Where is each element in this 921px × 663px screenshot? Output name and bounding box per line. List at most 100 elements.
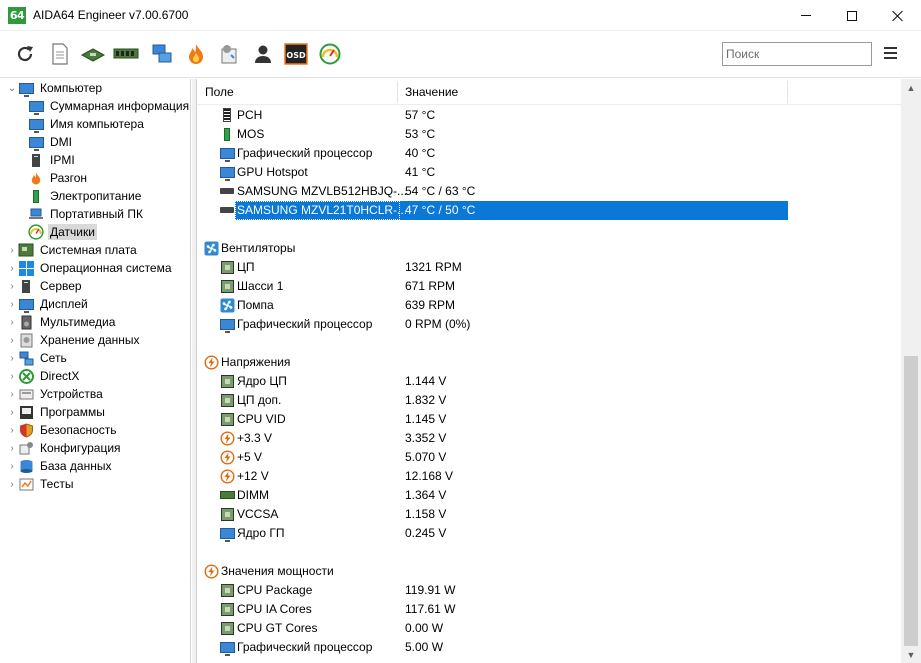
navigation-tree[interactable]: ⌄ Компьютер Суммарная информация Имя компью… xyxy=(0,79,191,663)
tree-item[interactable]: Имя компьютера xyxy=(28,115,146,133)
sensor-row[interactable]: +3.3 V 3.352 V xyxy=(197,429,901,448)
sensor-row[interactable]: Ядро ЦП 1.144 V xyxy=(197,372,901,391)
expand-icon[interactable]: › xyxy=(6,385,18,403)
expand-icon[interactable]: › xyxy=(6,475,18,493)
tree-item[interactable]: IPMI xyxy=(28,151,77,169)
user-button[interactable] xyxy=(250,41,276,67)
tree-item[interactable]: Портативный ПК xyxy=(28,205,145,223)
sensor-row[interactable]: +12 V 12.168 V xyxy=(197,467,901,486)
tree-item[interactable]: › Устройства xyxy=(6,385,105,403)
tree-item[interactable]: › Сервер xyxy=(6,277,84,295)
osd-button[interactable]: OSD xyxy=(283,41,309,67)
tree-item[interactable]: › Сеть xyxy=(6,349,69,367)
expand-icon[interactable]: › xyxy=(6,241,18,259)
tree-item[interactable]: › Дисплей xyxy=(6,295,90,313)
tree-item[interactable]: Электропитание xyxy=(28,187,143,205)
refresh-icon xyxy=(17,46,33,62)
tree-item[interactable]: › Системная плата xyxy=(6,241,139,259)
sensor-row[interactable]: MOS 53 °C xyxy=(197,125,901,144)
motherboard-button[interactable] xyxy=(80,41,106,67)
sensor-row[interactable]: ЦП 1321 RPM xyxy=(197,258,901,277)
minimize-button[interactable] xyxy=(783,0,829,31)
network-button[interactable] xyxy=(149,41,175,67)
tree-item[interactable]: › Безопасность xyxy=(6,421,119,439)
sensor-icon xyxy=(219,183,235,199)
scroll-down-icon[interactable]: ▼ xyxy=(901,646,921,663)
tree-item[interactable]: › База данных xyxy=(6,457,113,475)
sensor-list[interactable]: Поле Значение PCH 57 °C MOS 53 °C Графически… xyxy=(196,79,901,663)
expand-icon[interactable]: › xyxy=(6,259,18,277)
close-button[interactable] xyxy=(875,0,921,31)
sensor-row[interactable]: ЦП доп. 1.832 V xyxy=(197,391,901,410)
sensor-icon xyxy=(219,506,235,522)
shield-icon xyxy=(19,422,33,438)
overclock-button[interactable] xyxy=(183,41,209,67)
sensor-row[interactable]: CPU VID 1.145 V xyxy=(197,410,901,429)
sensor-row[interactable]: GPU Hotspot 41 °C xyxy=(197,163,901,182)
vertical-scrollbar[interactable]: ▲ ▼ xyxy=(901,79,921,663)
expand-icon[interactable]: › xyxy=(6,367,18,385)
gauge-button[interactable] xyxy=(317,41,343,67)
sensor-row[interactable]: SAMSUNG MZVLB512HBJQ-... 54 °C / 63 °C xyxy=(197,182,901,201)
tests-icon xyxy=(19,478,33,490)
tree-item[interactable]: Суммарная информация xyxy=(28,97,190,115)
scroll-thumb[interactable] xyxy=(904,356,918,646)
sensor-row[interactable]: CPU IA Cores 117.61 W xyxy=(197,600,901,619)
collapse-icon[interactable]: ⌄ xyxy=(6,79,18,97)
expand-icon[interactable]: › xyxy=(6,349,18,367)
tree-item[interactable]: › Мультимедиа xyxy=(6,313,117,331)
tree-item[interactable]: ⌄ Компьютер xyxy=(6,79,104,97)
group-header[interactable]: Вентиляторы xyxy=(197,239,901,258)
expand-icon[interactable]: › xyxy=(6,457,18,475)
expand-icon[interactable]: › xyxy=(6,277,18,295)
group-header[interactable]: Напряжения xyxy=(197,353,901,372)
sensor-row[interactable]: VCCSA 1.158 V xyxy=(197,505,901,524)
monitor-icon xyxy=(219,641,235,656)
sensor-row[interactable]: Графический процессор 40 °C xyxy=(197,144,901,163)
expand-icon[interactable]: › xyxy=(6,331,18,349)
sensor-row[interactable]: PCH 57 °C xyxy=(197,106,901,125)
sensor-row[interactable]: SAMSUNG MZVL21T0HCLR-... 47 °C / 50 °C xyxy=(197,201,901,220)
sensor-value: 54 °C / 63 °C xyxy=(405,184,476,198)
tools-button[interactable] xyxy=(217,41,243,67)
sensor-row[interactable]: Шасси 1 671 RPM xyxy=(197,277,901,296)
sensor-row[interactable]: Ядро ГП 0.245 V xyxy=(197,524,901,543)
motherboard-icon xyxy=(18,243,34,257)
expand-icon[interactable]: › xyxy=(6,295,18,313)
tree-item-label: Хранение данных xyxy=(40,333,140,347)
minimize-icon xyxy=(801,15,811,16)
group-header[interactable]: Значения мощности xyxy=(197,562,901,581)
refresh-button[interactable] xyxy=(12,41,38,67)
sensor-row[interactable]: CPU GT Cores 0.00 W xyxy=(197,619,901,638)
tree-item[interactable]: › Тесты xyxy=(6,475,75,493)
search-input[interactable] xyxy=(722,42,872,66)
expand-icon[interactable]: › xyxy=(6,313,18,331)
column-header-value[interactable]: Значение xyxy=(397,79,787,105)
sensor-row[interactable]: CPU Package 119.91 W xyxy=(197,581,901,600)
menu-button[interactable] xyxy=(876,44,904,64)
sensor-row[interactable]: Помпа 639 RPM xyxy=(197,296,901,315)
tree-item[interactable]: › Хранение данных xyxy=(6,331,142,349)
tree-item[interactable]: DMI xyxy=(28,133,74,151)
tree-item[interactable]: › Программы xyxy=(6,403,107,421)
sensor-row[interactable]: Графический процессор 5.00 W xyxy=(197,638,901,657)
sensor-row[interactable]: +5 V 5.070 V xyxy=(197,448,901,467)
tree-item[interactable]: Датчики xyxy=(28,223,97,241)
expand-icon[interactable]: › xyxy=(6,403,18,421)
tree-item[interactable]: › Конфигурация xyxy=(6,439,123,457)
tree-item[interactable]: Разгон xyxy=(28,169,89,187)
sensor-value: 1.832 V xyxy=(405,393,447,407)
tree-item[interactable]: › Операционная система xyxy=(6,259,174,277)
expand-icon[interactable]: › xyxy=(6,421,18,439)
scroll-up-icon[interactable]: ▲ xyxy=(901,79,921,96)
memory-button[interactable] xyxy=(113,41,139,67)
column-separator[interactable] xyxy=(787,81,788,103)
maximize-button[interactable] xyxy=(829,0,875,31)
battery-icon xyxy=(33,189,39,203)
sensor-row[interactable]: DIMM 1.364 V xyxy=(197,486,901,505)
sensor-row[interactable]: Графический процессор 0 RPM (0%) xyxy=(197,315,901,334)
tree-item[interactable]: › DirectX xyxy=(6,367,81,385)
column-header-field[interactable]: Поле xyxy=(197,79,397,105)
expand-icon[interactable]: › xyxy=(6,439,18,457)
report-button[interactable] xyxy=(47,41,73,67)
